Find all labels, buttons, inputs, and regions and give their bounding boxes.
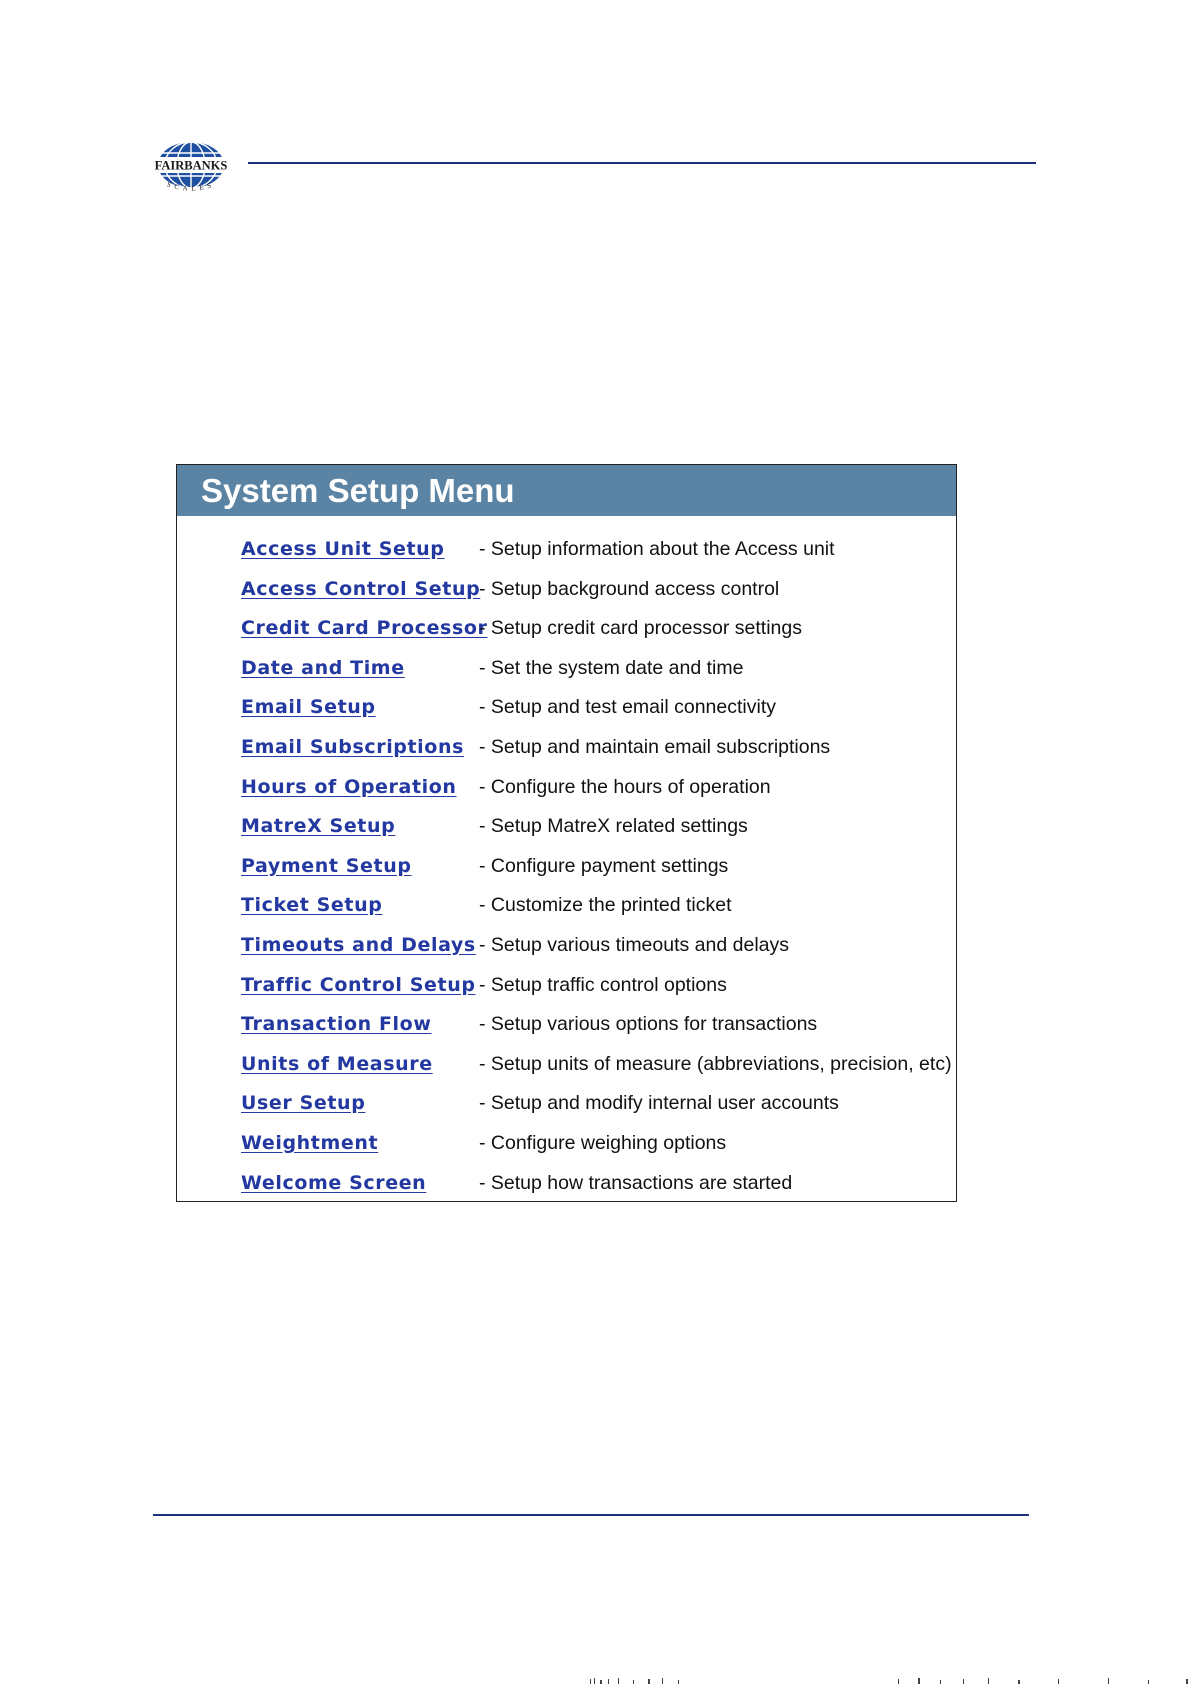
menu-item-units-of-measure: Units of Measure - Setup units of measure…: [241, 1053, 952, 1093]
logo-text: FAIRBANKS: [155, 159, 228, 173]
traffic-control-setup-link[interactable]: Traffic Control Setup: [241, 974, 479, 996]
globe-logo-icon: FAIRBANKS SCALES: [152, 141, 230, 193]
access-control-setup-description: - Setup background access control: [479, 577, 780, 600]
weightment-link[interactable]: Weightment: [241, 1132, 479, 1154]
timeouts-and-delays-description: - Setup various timeouts and delays: [479, 933, 790, 956]
ticket-setup-link[interactable]: Ticket Setup: [241, 894, 479, 916]
menu-item-user-setup: User Setup - Setup and modify internal us…: [241, 1092, 952, 1132]
menu-item-transaction-flow: Transaction Flow - Setup various options …: [241, 1013, 952, 1053]
panel-title: System Setup Menu: [177, 465, 956, 516]
email-setup-link[interactable]: Email Setup: [241, 696, 479, 718]
menu-item-access-control-setup: Access Control Setup - Setup background a…: [241, 578, 952, 618]
units-of-measure-link[interactable]: Units of Measure: [241, 1053, 479, 1075]
menu-item-timeouts-and-delays: Timeouts and Delays - Setup various timeo…: [241, 934, 952, 974]
transaction-flow-description: - Setup various options for transactions: [479, 1013, 818, 1036]
email-subscriptions-link[interactable]: Email Subscriptions: [241, 736, 479, 758]
menu-item-ticket-setup: Ticket Setup - Customize the printed tick…: [241, 894, 952, 934]
menu-item-email-subscriptions: Email Subscriptions - Setup and maintain …: [241, 736, 952, 776]
menu-item-welcome-screen: Welcome Screen - Setup how transactions a…: [241, 1172, 952, 1212]
date-and-time-description: - Set the system date and time: [479, 656, 744, 679]
date-and-time-link[interactable]: Date and Time: [241, 657, 479, 679]
email-setup-description: - Setup and test email connectivity: [479, 696, 776, 719]
hours-of-operation-description: - Configure the hours of operation: [479, 775, 771, 798]
menu-item-traffic-control-setup: Traffic Control Setup - Setup traffic con…: [241, 974, 952, 1014]
credit-card-processor-link[interactable]: Credit Card Processor: [241, 617, 487, 639]
setup-menu-list: Access Unit Setup - Setup information abo…: [241, 538, 952, 1211]
menu-item-credit-card-processor: Credit Card Processor - Setup credit card…: [241, 617, 952, 657]
fairbanks-logo: FAIRBANKS SCALES: [152, 138, 230, 194]
timeouts-and-delays-link[interactable]: Timeouts and Delays: [241, 934, 479, 956]
ticket-setup-description: - Customize the printed ticket: [479, 894, 732, 917]
transaction-flow-link[interactable]: Transaction Flow: [241, 1013, 479, 1035]
user-setup-description: - Setup and modify internal user account…: [479, 1092, 839, 1115]
footer-rule: [153, 1514, 1029, 1516]
traffic-control-setup-description: - Setup traffic control options: [479, 973, 727, 996]
credit-card-processor-description: - Setup credit card processor settings: [479, 617, 802, 640]
hours-of-operation-link[interactable]: Hours of Operation: [241, 776, 479, 798]
menu-item-hours-of-operation: Hours of Operation - Configure the hours …: [241, 776, 952, 816]
print-artifact-icon: [590, 1678, 1188, 1684]
units-of-measure-description: - Setup units of measure (abbreviations,…: [479, 1052, 952, 1075]
welcome-screen-link[interactable]: Welcome Screen: [241, 1172, 479, 1194]
user-setup-link[interactable]: User Setup: [241, 1092, 479, 1114]
payment-setup-description: - Configure payment settings: [479, 854, 729, 877]
system-setup-panel: System Setup Menu Access Unit Setup - Set…: [176, 464, 957, 1202]
access-unit-setup-link[interactable]: Access Unit Setup: [241, 538, 479, 560]
weightment-description: - Configure weighing options: [479, 1131, 727, 1154]
access-control-setup-link[interactable]: Access Control Setup: [241, 578, 480, 600]
access-unit-setup-description: - Setup information about the Access uni…: [479, 538, 835, 560]
menu-item-email-setup: Email Setup - Setup and test email connec…: [241, 696, 952, 736]
menu-item-weightment: Weightment - Configure weighing options: [241, 1132, 952, 1172]
matrex-setup-link[interactable]: MatreX Setup: [241, 815, 479, 837]
welcome-screen-description: - Setup how transactions are started: [479, 1171, 793, 1194]
email-subscriptions-description: - Setup and maintain email subscriptions: [479, 735, 831, 758]
header-rule: [248, 162, 1036, 164]
payment-setup-link[interactable]: Payment Setup: [241, 855, 479, 877]
menu-item-access-unit-setup: Access Unit Setup - Setup information abo…: [241, 538, 952, 578]
menu-item-matrex-setup: MatreX Setup - Setup MatreX related setti…: [241, 815, 952, 855]
matrex-setup-description: - Setup MatreX related settings: [479, 815, 748, 838]
print-artifact-strip: [588, 1672, 1191, 1685]
menu-item-date-and-time: Date and Time - Set the system date and t…: [241, 657, 952, 697]
menu-item-payment-setup: Payment Setup - Configure payment setting…: [241, 855, 952, 895]
